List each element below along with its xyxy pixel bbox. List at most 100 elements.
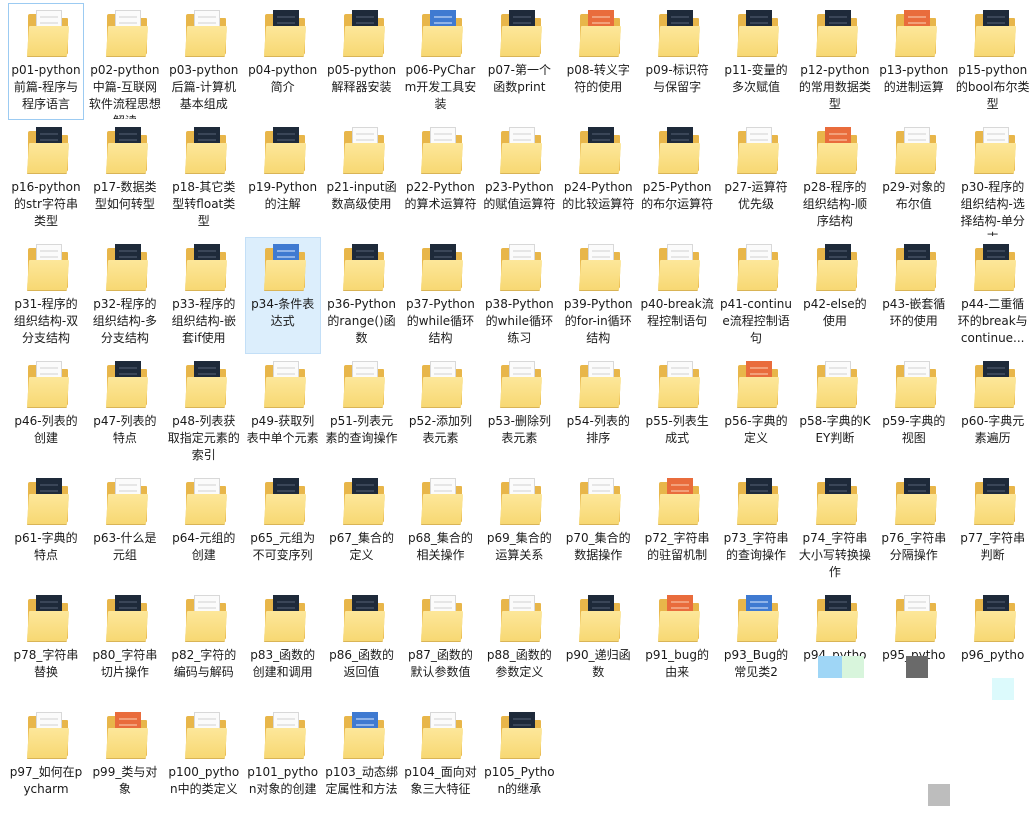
folder-item[interactable]: p77_字符串判断 — [955, 471, 1031, 588]
folder-icon — [653, 359, 701, 409]
folder-label: p74_字符串大小写转换操作 — [798, 531, 871, 579]
folder-item[interactable]: p30-程序的组织结构-选择结构-单分支 — [955, 120, 1031, 237]
folder-item[interactable]: p47-列表的特点 — [87, 354, 163, 471]
folder-item[interactable]: p54-列表的排序 — [560, 354, 636, 471]
folder-item[interactable]: p68_集合的相关操作 — [402, 471, 478, 588]
folder-item[interactable]: p104_面向对象三大特征 — [402, 705, 478, 822]
folder-item[interactable]: p72_字符串的驻留机制 — [639, 471, 715, 588]
folder-item[interactable]: p59-字典的视图 — [876, 354, 952, 471]
folder-item[interactable]: p06-PyCharm开发工具安装 — [402, 3, 478, 120]
folder-label: p12-python的常用数据类型 — [798, 63, 871, 111]
folder-item[interactable]: p28-程序的组织结构-顺序结构 — [797, 120, 873, 237]
folder-item[interactable]: p87_函数的默认参数值 — [402, 588, 478, 705]
folder-item[interactable]: p02-python中篇-互联网软件流程思想解读 — [87, 3, 163, 120]
folder-item[interactable]: p94_pytho — [797, 588, 873, 705]
folder-label: p30-程序的组织结构-选择结构-单分支 — [960, 180, 1025, 236]
folder-item[interactable]: p51-列表元素的查询操作 — [324, 354, 400, 471]
folder-label: p88_函数的参数定义 — [486, 648, 552, 679]
folder-item[interactable]: p49-获取列表中单个元素 — [245, 354, 321, 471]
folder-item[interactable]: p32-程序的组织结构-多分支结构 — [87, 237, 163, 354]
folder-item[interactable]: p99_类与对象 — [87, 705, 163, 822]
folder-item[interactable]: p42-else的使用 — [797, 237, 873, 354]
folder-item[interactable]: p53-删除列表元素 — [481, 354, 557, 471]
folder-item[interactable]: p73_字符串的查询操作 — [718, 471, 794, 588]
folder-item[interactable]: p18-其它类型转float类型 — [166, 120, 242, 237]
folder-item[interactable]: p15-python的bool布尔类型 — [955, 3, 1031, 120]
folder-item[interactable]: p39-Python的for-in循环结构 — [560, 237, 636, 354]
folder-label: p48-列表获取指定元素的索引 — [167, 414, 240, 462]
folder-label: p43-嵌套循环的使用 — [882, 297, 946, 328]
folder-item[interactable]: p23-Python的赋值运算符 — [481, 120, 557, 237]
folder-item[interactable]: p13-python的进制运算 — [876, 3, 952, 120]
folder-item[interactable]: p60-字典元素遍历 — [955, 354, 1031, 471]
folder-item[interactable]: p61-字典的特点 — [8, 471, 84, 588]
folder-icon — [969, 242, 1017, 292]
folder-item[interactable]: p40-break流程控制语句 — [639, 237, 715, 354]
folder-item[interactable]: p78_字符串替换 — [8, 588, 84, 705]
folder-item[interactable]: p101_python对象的创建 — [245, 705, 321, 822]
folder-item[interactable]: p70_集合的数据操作 — [560, 471, 636, 588]
folder-item[interactable]: p74_字符串大小写转换操作 — [797, 471, 873, 588]
folder-item[interactable]: p83_函数的创建和调用 — [245, 588, 321, 705]
folder-item[interactable]: p52-添加列表元素 — [402, 354, 478, 471]
folder-item[interactable]: p100_python中的类定义 — [166, 705, 242, 822]
folder-item[interactable]: p55-列表生成式 — [639, 354, 715, 471]
folder-item[interactable]: p48-列表获取指定元素的索引 — [166, 354, 242, 471]
folder-item[interactable]: p33-程序的组织结构-嵌套if使用 — [166, 237, 242, 354]
folder-item[interactable]: p64-元组的创建 — [166, 471, 242, 588]
folder-item[interactable]: p80_字符串切片操作 — [87, 588, 163, 705]
folder-item[interactable]: p11-变量的多次赋值 — [718, 3, 794, 120]
folder-item[interactable]: p65_元组为不可变序列 — [245, 471, 321, 588]
folder-item[interactable]: p58-字典的KEY判断 — [797, 354, 873, 471]
folder-item[interactable]: p43-嵌套循环的使用 — [876, 237, 952, 354]
folder-item[interactable]: p12-python的常用数据类型 — [797, 3, 873, 120]
folder-icon — [732, 476, 780, 526]
folder-item[interactable]: p82_字符的编码与解码 — [166, 588, 242, 705]
folder-icon — [416, 8, 464, 58]
folder-item[interactable]: p04-python简介 — [245, 3, 321, 120]
folder-item[interactable]: p29-对象的布尔值 — [876, 120, 952, 237]
folder-item[interactable]: p05-python解释器安装 — [324, 3, 400, 120]
folder-item[interactable]: p44-二重循环的break与continue... — [955, 237, 1031, 354]
folder-item[interactable]: p38-Python的while循环练习 — [481, 237, 557, 354]
folder-item[interactable]: p03-python后篇-计算机基本组成 — [166, 3, 242, 120]
folder-item[interactable]: p09-标识符与保留字 — [639, 3, 715, 120]
folder-item[interactable]: p103_动态绑定属性和方法 — [324, 705, 400, 822]
folder-icon — [416, 593, 464, 643]
folder-item[interactable]: p08-转义字符的使用 — [560, 3, 636, 120]
folder-item[interactable]: p76_字符串分隔操作 — [876, 471, 952, 588]
folder-item[interactable]: p36-Python的range()函数 — [324, 237, 400, 354]
folder-item[interactable]: p01-python前篇-程序与程序语言 — [8, 3, 84, 120]
folder-item[interactable]: p93_Bug的常见类2 — [718, 588, 794, 705]
folder-item[interactable]: p91_bug的由来 — [639, 588, 715, 705]
folder-label: p78_字符串替换 — [13, 648, 79, 679]
folder-icon — [890, 242, 938, 292]
folder-label: p104_面向对象三大特征 — [404, 765, 477, 796]
folder-item[interactable]: p95_pytho — [876, 588, 952, 705]
folder-item[interactable]: p31-程序的组织结构-双分支结构 — [8, 237, 84, 354]
folder-item[interactable]: p25-Python的布尔运算符 — [639, 120, 715, 237]
folder-item[interactable]: p69_集合的运算关系 — [481, 471, 557, 588]
folder-item[interactable]: p24-Python的比较运算符 — [560, 120, 636, 237]
folder-icon — [969, 593, 1017, 643]
folder-item[interactable]: p19-Python的注解 — [245, 120, 321, 237]
folder-item[interactable]: p86_函数的返回值 — [324, 588, 400, 705]
folder-item[interactable]: p07-第一个函数print — [481, 3, 557, 120]
folder-item[interactable]: p27-运算符优先级 — [718, 120, 794, 237]
folder-item[interactable]: p22-Python的算术运算符 — [402, 120, 478, 237]
folder-item[interactable]: p97_如何在pycharm — [8, 705, 84, 822]
folder-item[interactable]: p34-条件表达式 — [244, 237, 321, 354]
folder-item[interactable]: p105_Python的继承 — [481, 705, 557, 822]
folder-item[interactable]: p56-字典的定义 — [718, 354, 794, 471]
folder-item[interactable]: p37-Python的while循环结构 — [402, 237, 478, 354]
folder-icon — [259, 710, 307, 760]
folder-item[interactable]: p90_递归函数 — [560, 588, 636, 705]
folder-item[interactable]: p41-continue流程控制语句 — [718, 237, 794, 354]
folder-item[interactable]: p16-python的str字符串类型 — [8, 120, 84, 237]
folder-item[interactable]: p63-什么是元组 — [87, 471, 163, 588]
folder-item[interactable]: p88_函数的参数定义 — [481, 588, 557, 705]
folder-item[interactable]: p67_集合的定义 — [324, 471, 400, 588]
folder-item[interactable]: p17-数据类型如何转型 — [87, 120, 163, 237]
folder-item[interactable]: p46-列表的创建 — [8, 354, 84, 471]
folder-item[interactable]: p21-input函数高级使用 — [324, 120, 400, 237]
